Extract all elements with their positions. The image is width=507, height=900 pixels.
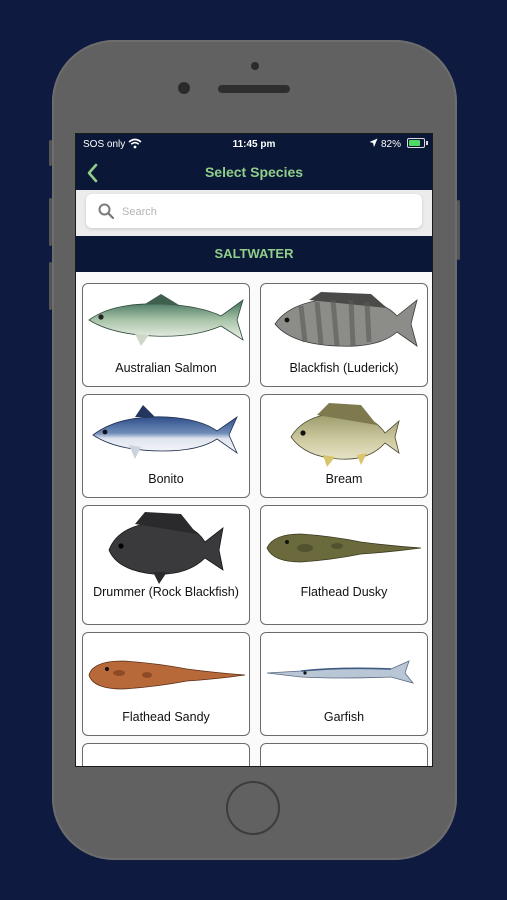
species-label: Bream — [325, 472, 363, 486]
species-card-blackfish-luderick[interactable]: Blackfish (Luderick) — [260, 283, 428, 387]
species-card-bream[interactable]: Bream — [260, 394, 428, 498]
species-label: Garfish — [323, 710, 365, 724]
app-screen: SOS only 11:45 pm 82% Select Species Sea… — [75, 133, 433, 767]
mute-switch — [49, 140, 52, 166]
front-camera — [251, 62, 259, 70]
volume-up-button — [49, 198, 52, 246]
power-button — [457, 200, 460, 260]
section-header-saltwater: SALTWATER — [76, 236, 432, 272]
species-card-flathead-sandy[interactable]: Flathead Sandy — [82, 632, 250, 736]
home-button[interactable] — [226, 781, 280, 835]
volume-down-button — [49, 262, 52, 310]
species-label: Flathead Sandy — [122, 710, 210, 724]
search-icon — [98, 203, 115, 224]
navigation-bar: Select Species — [76, 156, 432, 190]
species-grid: Australian Salmon Blackfish (Luderick) B… — [76, 272, 432, 766]
species-label: Flathead Dusky — [300, 585, 388, 599]
blackfish-image — [274, 292, 418, 347]
species-card-flathead-dusky[interactable]: Flathead Dusky — [260, 505, 428, 625]
flathead-sandy-image — [88, 660, 246, 690]
species-label: Bonito — [148, 472, 184, 486]
drummer-image — [108, 512, 224, 584]
bream-image — [290, 403, 400, 467]
proximity-sensor — [178, 82, 190, 94]
clock: 11:45 pm — [232, 139, 276, 150]
page-title: Select Species — [204, 164, 304, 180]
species-card-garfish[interactable]: Garfish — [260, 632, 428, 736]
search-input[interactable] — [120, 202, 404, 222]
earpiece-speaker — [218, 85, 290, 93]
species-card-partial[interactable] — [82, 743, 250, 766]
battery-cap — [426, 141, 428, 145]
battery-icon — [407, 138, 425, 148]
flathead-dusky-image — [266, 533, 422, 563]
species-card-bonito[interactable]: Bonito — [82, 394, 250, 498]
location-arrow-icon — [369, 138, 378, 151]
australian-salmon-image — [88, 294, 244, 346]
search-field[interactable] — [86, 194, 422, 228]
garfish-image — [266, 660, 415, 684]
species-card-drummer[interactable]: Drummer (Rock Blackfish) — [82, 505, 250, 625]
species-label: Australian Salmon — [115, 361, 217, 375]
species-card-partial[interactable] — [260, 743, 428, 766]
search-bar — [76, 190, 432, 236]
species-label: Blackfish (Luderick) — [289, 361, 399, 375]
status-bar: SOS only 11:45 pm 82% — [76, 134, 432, 156]
species-label: Drummer (Rock Blackfish) — [93, 585, 239, 599]
bonito-image — [92, 405, 238, 459]
species-card-australian-salmon[interactable]: Australian Salmon — [82, 283, 250, 387]
battery-percent: 82% — [381, 139, 402, 150]
